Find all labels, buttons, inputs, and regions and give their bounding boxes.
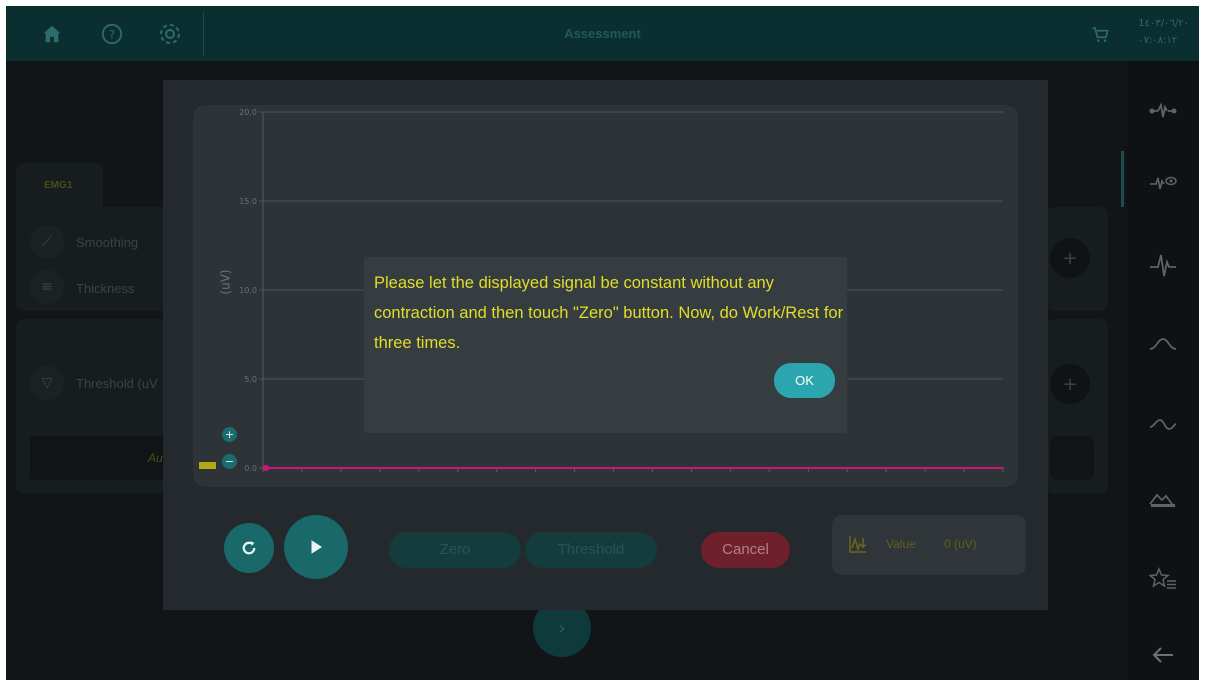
instruction-dialog: Please let the displayed signal be const… (364, 257, 847, 433)
zoom-out-button[interactable]: − (222, 454, 237, 469)
y-tick-label: 10.0 (239, 286, 257, 295)
emg-eye-icon[interactable] (1127, 162, 1199, 202)
wave-low-icon[interactable] (1127, 325, 1199, 365)
ok-button[interactable]: OK (774, 363, 835, 398)
tab-emg1[interactable]: EMG1 (16, 163, 103, 211)
y-tick-label: 0.0 (244, 464, 257, 473)
auto-button-right (1050, 436, 1094, 480)
threshold-label: Threshold (uV (76, 376, 158, 391)
threshold-button[interactable]: Threshold (525, 532, 657, 568)
cart-icon[interactable] (1086, 20, 1114, 48)
auto-label: Au (148, 451, 163, 465)
threshold-marker (199, 462, 216, 469)
smoothing-plus-button[interactable]: + (1050, 238, 1090, 278)
smoothing-label: Smoothing (76, 235, 139, 250)
sidebar-active-indicator (1121, 151, 1124, 207)
top-bar: ? Assessment 1٤٠٣/٠٦/٢٠ ٠٧:٠٨:١٢ (6, 6, 1199, 61)
cancel-button[interactable]: Cancel (701, 532, 790, 568)
electrode-icon[interactable] (1127, 91, 1199, 131)
page-title: Assessment (564, 26, 641, 41)
chart-value-icon (848, 534, 868, 558)
y-tick-label: 15.0 (239, 197, 257, 206)
play-button[interactable] (284, 515, 348, 579)
star-list-icon[interactable] (1127, 559, 1199, 599)
threshold-plus-button[interactable]: + (1050, 364, 1090, 404)
date-text: 1٤٠٣/٠٦/٢٠ (1138, 18, 1189, 29)
signal-start-point (263, 465, 269, 471)
value-label: Value (886, 537, 916, 551)
app-frame: ? Assessment 1٤٠٣/٠٦/٢٠ ٠٧:٠٨:١٢ EMG1 ⟋ … (6, 6, 1199, 680)
emg-signal-icon[interactable] (1127, 245, 1199, 285)
workout-icon[interactable] (1127, 479, 1199, 519)
zoom-in-button[interactable]: + (222, 427, 237, 442)
y-axis-title: (uV) (218, 269, 233, 295)
threshold-icon: ▽ (30, 366, 64, 400)
back-arrow-icon[interactable] (1127, 635, 1199, 675)
y-tick-label: 20.0 (239, 108, 257, 117)
thickness-label: Thickness (76, 281, 135, 296)
dialog-message: Please let the displayed signal be const… (374, 274, 844, 352)
value-display: Value 0 (uV) (832, 515, 1026, 575)
wave-sine-icon[interactable] (1127, 405, 1199, 445)
reset-button[interactable] (224, 523, 274, 573)
refresh-icon (242, 541, 256, 555)
datetime-display: 1٤٠٣/٠٦/٢٠ ٠٧:٠٨:١٢ (1138, 15, 1189, 49)
smoothing-icon: ⟋ (30, 225, 64, 259)
value-reading: 0 (uV) (944, 537, 977, 551)
tab-emg1-label: EMG1 (44, 180, 73, 191)
play-icon (311, 540, 322, 554)
time-text: ٠٧:٠٨:١٢ (1138, 35, 1178, 46)
thickness-icon: ≡ (30, 270, 64, 304)
y-tick-label: 5.0 (244, 375, 257, 384)
zero-button[interactable]: Zero (389, 532, 521, 568)
right-sidebar (1127, 61, 1199, 680)
